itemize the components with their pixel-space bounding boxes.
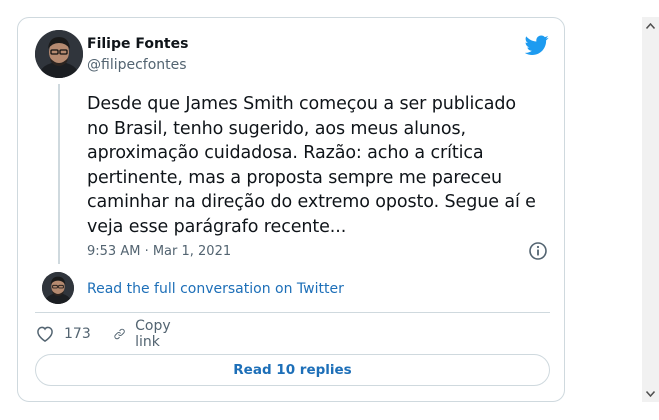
author-name[interactable]: Filipe Fontes xyxy=(87,36,188,52)
like-button[interactable]: 173 xyxy=(35,323,91,345)
read-replies-button[interactable]: Read 10 replies xyxy=(35,354,550,386)
chevron-up-icon[interactable] xyxy=(642,17,659,34)
read-conversation-link[interactable]: Read the full conversation on Twitter xyxy=(87,281,344,297)
heart-icon xyxy=(37,326,53,342)
info-icon[interactable] xyxy=(528,241,548,261)
tweet-timestamp[interactable]: 9:53 AM · Mar 1, 2021 xyxy=(87,244,231,259)
tweet-text-line: pertinente, mas a proposta sempre me par… xyxy=(87,167,502,188)
divider xyxy=(35,312,550,313)
conversation-avatar[interactable] xyxy=(42,272,74,304)
tweet-text: Desde que James Smith começou a ser publ… xyxy=(87,92,557,239)
chevron-down-icon[interactable] xyxy=(642,385,659,402)
tweet-text-line: Desde que James Smith começou a ser publ… xyxy=(87,94,516,114)
copy-link-button[interactable]: Copy link xyxy=(113,318,178,350)
tweet-card: Filipe Fontes @filipecfontes Desde que J… xyxy=(17,17,565,402)
tweet-text-line: aproximação cuidadosa. Razão: acho a crí… xyxy=(87,143,484,163)
copy-link-label: Copy link xyxy=(135,318,171,350)
like-count: 173 xyxy=(64,326,91,342)
tweet-text-line: no Brasil, tenho sugerido, aos meus alun… xyxy=(87,118,466,139)
thread-line xyxy=(58,84,60,264)
tweet-text-line: veja esse parágrafo recente... xyxy=(87,216,347,237)
scrollbar[interactable] xyxy=(642,17,659,402)
link-icon xyxy=(114,328,125,340)
author-handle[interactable]: @filipecfontes xyxy=(87,57,187,73)
tweet-text-line: caminhar na direção do extremo oposto. S… xyxy=(87,192,536,212)
author-avatar[interactable] xyxy=(35,30,83,78)
twitter-bird-icon[interactable] xyxy=(524,33,549,57)
